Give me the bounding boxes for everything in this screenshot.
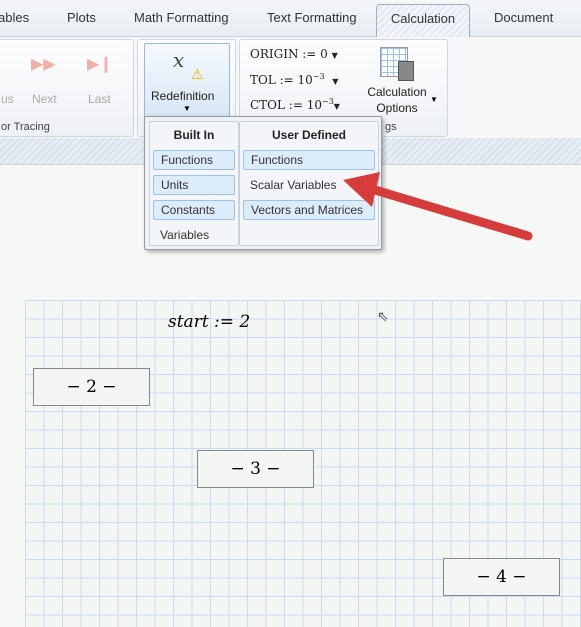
annotation-arrow xyxy=(343,172,533,241)
arrow-shaft xyxy=(370,185,533,241)
arrow-head xyxy=(343,172,380,207)
